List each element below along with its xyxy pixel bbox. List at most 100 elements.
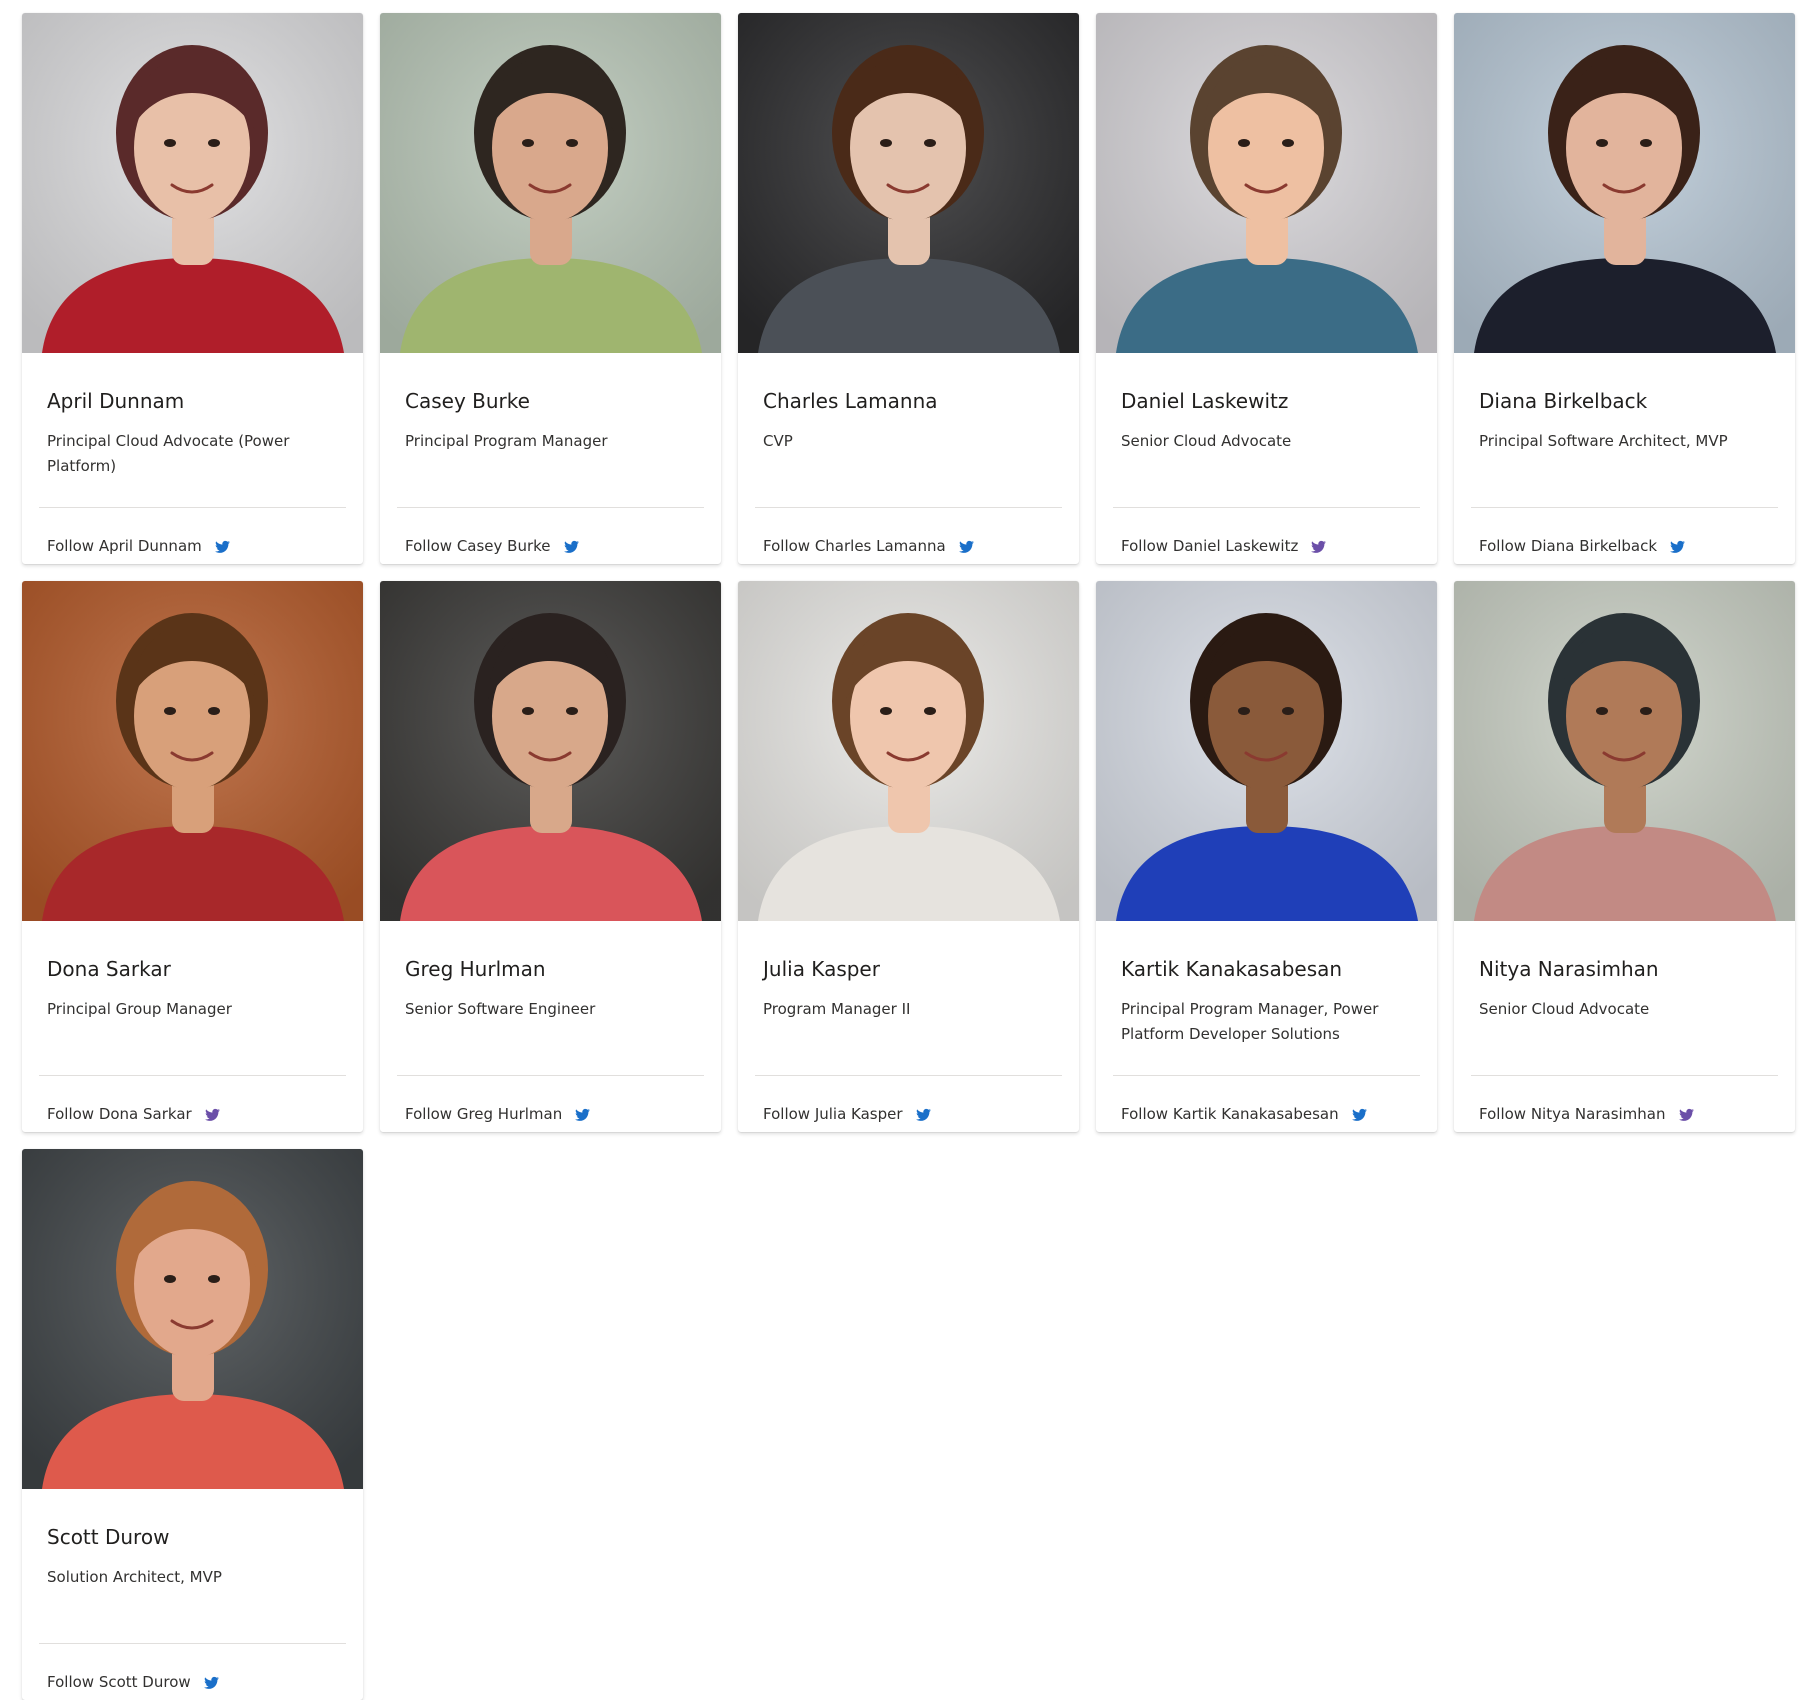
person-role: CVP — [763, 432, 793, 450]
card-divider — [39, 1075, 346, 1076]
person-eye — [164, 707, 176, 715]
twitter-icon — [204, 1108, 220, 1121]
person-role: Principal Program Manager, Power Platfor… — [1121, 1000, 1379, 1043]
person-eye — [1596, 139, 1608, 147]
follow-link[interactable]: Follow Charles Lamanna — [763, 537, 975, 555]
twitter-icon — [958, 540, 974, 553]
person-card: Daniel Laskewitz Senior Cloud Advocate Fol… — [1096, 13, 1437, 564]
follow-label: Follow Greg Hurlman — [405, 1105, 563, 1123]
profile-photo-art — [380, 13, 721, 353]
follow-label: Follow Diana Birkelback — [1479, 537, 1658, 555]
person-name: Charles Lamanna — [763, 389, 938, 413]
twitter-icon — [214, 540, 230, 553]
person-eye — [924, 139, 936, 147]
card-divider — [39, 507, 346, 508]
person-card: Dona Sarkar Principal Group Manager Follow… — [22, 581, 363, 1132]
person-role: Senior Software Engineer — [405, 1000, 596, 1018]
person-name: April Dunnam — [47, 389, 185, 413]
follow-label: Follow Daniel Laskewitz — [1121, 537, 1299, 555]
card-divider — [397, 1075, 704, 1076]
person-name: Dona Sarkar — [47, 957, 171, 981]
person-role: Principal Cloud Advocate (Power Platform… — [47, 432, 290, 475]
person-eye — [164, 1275, 176, 1283]
card-divider — [755, 1075, 1062, 1076]
person-role: Principal Group Manager — [47, 1000, 232, 1018]
profile-photo — [22, 1149, 363, 1489]
follow-label: Follow Kartik Kanakasabesan — [1121, 1105, 1339, 1123]
twitter-icon — [563, 540, 579, 553]
twitter-icon — [1678, 1108, 1694, 1121]
follow-link[interactable]: Follow Greg Hurlman — [405, 1105, 591, 1123]
card-divider — [397, 507, 704, 508]
person-eye — [880, 139, 892, 147]
card-divider — [1471, 507, 1778, 508]
follow-link[interactable]: Follow Casey Burke — [405, 537, 580, 555]
profile-photo — [738, 13, 1079, 353]
profile-photo — [738, 581, 1079, 921]
profile-photo-art — [22, 1149, 363, 1489]
follow-link[interactable]: Follow Nitya Narasimhan — [1479, 1105, 1695, 1123]
person-eye — [924, 707, 936, 715]
twitter-icon — [1670, 540, 1685, 553]
person-name: Diana Birkelback — [1479, 389, 1648, 413]
person-name: Daniel Laskewitz — [1121, 389, 1289, 413]
person-name: Julia Kasper — [763, 957, 880, 981]
person-eye — [566, 707, 578, 715]
follow-link[interactable]: Follow Dona Sarkar — [47, 1105, 221, 1123]
person-card: Scott Durow Solution Architect, MVP Follow… — [22, 1149, 363, 1700]
person-eye — [1238, 707, 1250, 715]
card-divider — [1113, 1075, 1420, 1076]
person-eye — [880, 707, 892, 715]
person-eye — [1640, 707, 1652, 715]
follow-label: Follow Scott Durow — [47, 1673, 191, 1691]
person-eye — [164, 139, 176, 147]
profile-photo-art — [1096, 13, 1437, 353]
profile-photo-art — [1454, 581, 1795, 921]
person-eye — [1596, 707, 1608, 715]
person-name: Greg Hurlman — [405, 957, 546, 981]
twitter-icon — [575, 1108, 591, 1121]
profile-photo-art — [22, 13, 363, 353]
person-eye — [1282, 707, 1294, 715]
person-name: Casey Burke — [405, 389, 530, 413]
follow-link[interactable]: Follow Julia Kasper — [763, 1105, 932, 1123]
profile-photo — [22, 581, 363, 921]
follow-link[interactable]: Follow Kartik Kanakasabesan — [1121, 1105, 1368, 1123]
profile-photo-art — [22, 581, 363, 921]
person-card: Diana Birkelback Principal Software Archi… — [1454, 13, 1795, 564]
person-role: Senior Cloud Advocate — [1121, 432, 1292, 450]
profile-photo-art — [738, 581, 1079, 921]
follow-label: Follow Dona Sarkar — [47, 1105, 192, 1123]
follow-link[interactable]: Follow Diana Birkelback — [1479, 537, 1686, 555]
person-eye — [566, 139, 578, 147]
person-role: Program Manager II — [763, 1000, 911, 1018]
person-card: April Dunnam Principal Cloud Advocate (Po… — [22, 13, 363, 564]
card-divider — [1471, 1075, 1778, 1076]
person-eye — [522, 139, 534, 147]
person-card: Nitya Narasimhan Senior Cloud Advocate Fol… — [1454, 581, 1795, 1132]
profile-photo — [22, 13, 363, 353]
person-eye — [1238, 139, 1250, 147]
profile-photo-art — [738, 13, 1079, 353]
person-eye — [1640, 139, 1652, 147]
person-role: Principal Program Manager — [405, 432, 608, 450]
follow-link[interactable]: Follow Daniel Laskewitz — [1121, 537, 1327, 555]
person-card: Kartik Kanakasabesan Principal Program Ma… — [1096, 581, 1437, 1132]
person-card: Greg Hurlman Senior Software Engineer Foll… — [380, 581, 721, 1132]
follow-label: Follow April Dunnam — [47, 537, 202, 555]
profile-photo — [1454, 13, 1795, 353]
profile-photo — [1096, 13, 1437, 353]
follow-link[interactable]: Follow Scott Durow — [47, 1673, 220, 1691]
profile-photo — [380, 13, 721, 353]
follow-label: Follow Nitya Narasimhan — [1479, 1105, 1666, 1123]
card-divider — [39, 1643, 346, 1644]
follow-link[interactable]: Follow April Dunnam — [47, 537, 231, 555]
profile-photo-art — [380, 581, 721, 921]
person-role: Principal Software Architect, MVP — [1479, 432, 1728, 450]
person-card: Julia Kasper Program Manager II Follow Jul… — [738, 581, 1079, 1132]
follow-label: Follow Julia Kasper — [763, 1105, 903, 1123]
person-role: Senior Cloud Advocate — [1479, 1000, 1650, 1018]
card-divider — [1113, 507, 1420, 508]
twitter-icon — [1311, 540, 1327, 553]
person-name: Scott Durow — [47, 1525, 170, 1549]
